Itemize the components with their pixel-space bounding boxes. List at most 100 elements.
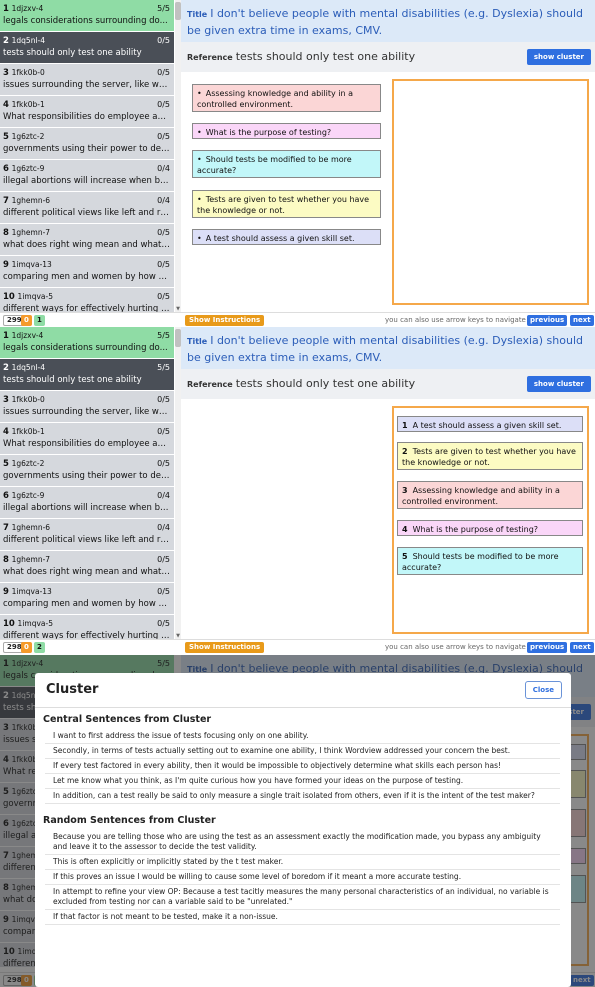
title-text: I don't believe people with mental disab… [187, 334, 583, 364]
ranked-card[interactable]: 2 Tests are given to test whether you hav… [397, 442, 583, 470]
item-text: comparing men and women by how a... [3, 599, 170, 609]
random-sentence: This is often explicitly or implicitly s… [45, 855, 560, 870]
view-2: 1 1djzxv-4 5/5 legals considerations surro… [0, 327, 595, 655]
ranked-card[interactable]: 1 A test should assess a given skill set. [397, 416, 583, 432]
sidebar-item[interactable]: 3 1fkk0b-0 0/5 issues surrounding the serv… [0, 64, 174, 96]
show-instructions-button[interactable]: Show Instructions [185, 315, 265, 326]
item-score: 5/5 [157, 363, 170, 372]
item-number: 1 [3, 4, 9, 14]
sidebar-item[interactable]: 4 1fkk0b-1 0/5 What responsibilities do em… [0, 423, 174, 455]
ranked-card[interactable]: 4 What is the purpose of testing? [397, 520, 583, 536]
item-text: tests should only test one ability [3, 375, 142, 385]
item-score: 0/5 [157, 260, 170, 269]
show-cluster-button[interactable]: show cluster [526, 376, 591, 392]
central-sentence: I want to first address the issue of tes… [45, 729, 560, 744]
rank-number: 1 [402, 421, 408, 430]
item-score: 0/4 [157, 523, 170, 532]
zero-badge: 0 [21, 315, 32, 326]
item-text: different political views like left and … [3, 208, 170, 218]
ranked-card[interactable]: 5 Should tests be modified to be more acc… [397, 547, 583, 575]
item-number: 9 [3, 587, 9, 597]
title-label: Title [187, 10, 208, 19]
rank-number: 4 [402, 525, 408, 534]
next-button[interactable]: next [570, 642, 594, 653]
sidebar-item[interactable]: 1 1djzxv-4 5/5 legals considerations surro… [0, 0, 174, 32]
sidebar-item[interactable]: 7 1ghemn-6 0/4 different political views l… [0, 192, 174, 224]
item-text: tests should only test one ability [3, 48, 142, 58]
item-text: legals considerations surrounding do... [3, 343, 168, 353]
value-badge: 1 [34, 315, 45, 326]
close-button[interactable]: Close [524, 681, 562, 699]
sidebar-item[interactable]: 5 1g6ztc-2 0/5 governments using their pow… [0, 128, 174, 160]
zero-badge: 0 [21, 642, 32, 653]
sidebar-item[interactable]: 2 1dq5nl-4 0/5 tests should only test one … [0, 32, 174, 64]
previous-button[interactable]: previous [527, 642, 568, 653]
rank-number: 5 [402, 552, 408, 561]
sidebar-item[interactable]: 9 1imqva-13 0/5 comparing men and women by… [0, 583, 174, 615]
sidebar-item[interactable]: 5 1g6ztc-2 0/5 governments using their pow… [0, 455, 174, 487]
sidebar-item[interactable]: 8 1ghemn-7 0/5 what does right wing mean a… [0, 224, 174, 256]
item-code: 1fkk0b-1 [11, 100, 45, 109]
central-sentence: Let me know what you think, as I'm quite… [45, 774, 560, 789]
item-text: different political views like left and … [3, 535, 170, 545]
sentence-card[interactable]: • Assessing knowledge and ability in a co… [192, 84, 381, 112]
item-score: 0/4 [157, 196, 170, 205]
item-code: 1ghemn-6 [11, 196, 51, 205]
sidebar-item[interactable]: 9 1imqva-13 0/5 comparing men and women by… [0, 256, 174, 288]
item-code: 1imqva-5 [17, 619, 53, 628]
item-number: 10 [3, 292, 15, 302]
bullet: • [197, 155, 202, 164]
next-button[interactable]: next [570, 315, 594, 326]
sidebar-item[interactable]: 6 1g6ztc-9 0/4 illegal abortions will incr… [0, 487, 174, 519]
item-code: 1dq5nl-4 [11, 36, 46, 45]
show-instructions-button[interactable]: Show Instructions [185, 642, 265, 653]
cluster-modal: Cluster Close Central Sentences from Clu… [35, 673, 571, 987]
card-text: Tests are given to test whether you have… [197, 195, 370, 215]
item-text: illegal abortions will increase when ba.… [3, 176, 170, 186]
sidebar-item[interactable]: 6 1g6ztc-9 0/4 illegal abortions will incr… [0, 160, 174, 192]
sidebar-item[interactable]: 1 1djzxv-4 5/5 legals considerations surro… [0, 327, 174, 359]
previous-button[interactable]: previous [527, 315, 568, 326]
item-code: 1g6ztc-9 [11, 491, 45, 500]
item-score: 0/5 [157, 292, 170, 301]
central-sentences-heading: Central Sentences from Cluster [43, 714, 212, 725]
item-code: 1imqva-5 [17, 292, 53, 301]
show-cluster-button[interactable]: show cluster [526, 49, 591, 65]
item-text: governments using their power to def... [3, 471, 170, 481]
item-code: 1ghemn-7 [11, 228, 51, 237]
sidebar-item[interactable]: 10 1imqva-5 0/5 different ways for effecti… [0, 288, 174, 312]
item-text: illegal abortions will increase when ba.… [3, 503, 170, 513]
item-score: 0/5 [157, 555, 170, 564]
title-box: TitleI don't believe people with mental … [181, 327, 595, 369]
random-sentence: Because you are telling those who are us… [45, 830, 560, 855]
central-sentence: If every test factored in every ability,… [45, 759, 560, 774]
item-text: different ways for effectively hurting s… [3, 631, 170, 639]
title-box: TitleI don't believe people with mental … [181, 0, 595, 42]
sentence-card[interactable]: • Tests are given to test whether you hav… [192, 190, 381, 218]
card-text: A test should assess a given skill set. [205, 234, 355, 243]
item-number: 8 [3, 228, 9, 238]
sidebar-item[interactable]: 7 1ghemn-6 0/4 different political views l… [0, 519, 174, 551]
modal-header: Cluster Close [35, 673, 571, 708]
sidebar-item[interactable]: 3 1fkk0b-0 0/5 issues surrounding the serv… [0, 391, 174, 423]
sentence-card[interactable]: • What is the purpose of testing? [192, 123, 381, 139]
sentence-card[interactable]: • A test should assess a given skill set. [192, 229, 381, 245]
item-score: 0/5 [157, 132, 170, 141]
rank-number: 2 [402, 447, 408, 456]
cluster-drop-zone[interactable] [392, 79, 589, 305]
item-text: governments using their power to def... [3, 144, 170, 154]
rank-number: 3 [402, 486, 408, 495]
sidebar-item[interactable]: 8 1ghemn-7 0/5 what does right wing mean a… [0, 551, 174, 583]
sentence-card[interactable]: • Should tests be modified to be more acc… [192, 150, 381, 178]
item-number: 4 [3, 427, 9, 437]
item-number: 3 [3, 395, 9, 405]
sidebar-item[interactable]: 4 1fkk0b-1 0/5 What responsibilities do em… [0, 96, 174, 128]
ranked-card[interactable]: 3 Assessing knowledge and ability in a co… [397, 481, 583, 509]
sidebar-item[interactable]: 2 1dq5nl-4 5/5 tests should only test one … [0, 359, 174, 391]
item-text: issues surrounding the server, like wh..… [3, 80, 170, 90]
item-text: What responsibilities do employee an... [3, 112, 170, 122]
sidebar-item[interactable]: 10 1imqva-5 0/5 different ways for effecti… [0, 615, 174, 639]
card-text: What is the purpose of testing? [205, 128, 332, 137]
item-code: 1fkk0b-1 [11, 427, 45, 436]
reference-box: Reference tests should only test one abil… [181, 369, 595, 399]
